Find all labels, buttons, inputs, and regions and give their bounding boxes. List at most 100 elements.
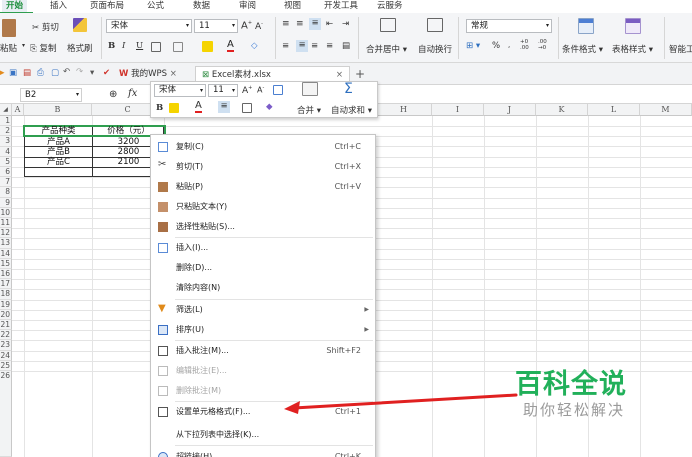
column-header-a[interactable]: A: [12, 104, 24, 116]
column-header-j[interactable]: J: [484, 104, 536, 116]
merge-center-icon[interactable]: [380, 18, 396, 32]
menu-item-cut[interactable]: ✂ 剪切(T) Ctrl+X: [151, 157, 375, 176]
menu-item-pick-from-list[interactable]: 从下拉列表中选择(K)...: [151, 425, 375, 444]
menu-item-paste-text[interactable]: 只粘贴文本(Y): [151, 197, 375, 216]
fill-color-icon[interactable]: [202, 41, 213, 52]
save-icon[interactable]: ▣: [9, 68, 17, 78]
menu-item-paste-special[interactable]: 选择性粘贴(S)...: [151, 217, 375, 236]
format-painter-button[interactable]: 格式刷: [67, 42, 93, 54]
tab-cloud[interactable]: 云服务: [377, 0, 403, 13]
cell-b2[interactable]: 产品种类: [25, 126, 92, 137]
border-icon[interactable]: [242, 103, 252, 113]
format-painter-icon[interactable]: ◆: [266, 102, 273, 112]
function-icon[interactable]: fx: [128, 88, 137, 99]
autosum-button[interactable]: 自动求和 ▾: [331, 104, 372, 116]
decrease-font-icon[interactable]: A-: [257, 85, 264, 95]
menu-item-insert-comment[interactable]: 插入批注(M)... Shift+F2: [151, 341, 375, 360]
row-header[interactable]: 14: [0, 248, 12, 259]
justify-icon[interactable]: ≡: [326, 41, 333, 51]
zoom-icon[interactable]: ⊕: [109, 89, 117, 100]
outdent-icon[interactable]: ⇥: [342, 19, 349, 29]
sigma-icon[interactable]: Σ: [344, 81, 353, 97]
row-header[interactable]: 22: [0, 330, 12, 341]
font-size-select[interactable]: 11 ▾: [194, 19, 238, 33]
wps-home-icon[interactable]: ✔: [103, 68, 110, 78]
align-center-icon[interactable]: ≡: [218, 101, 230, 113]
folder-icon[interactable]: ▶: [0, 68, 5, 78]
tab-page-layout[interactable]: 页面布局: [90, 0, 124, 13]
row-header[interactable]: 3: [0, 136, 12, 147]
copy-button[interactable]: ⎘ 复制: [30, 42, 57, 54]
row-header[interactable]: 23: [0, 340, 12, 351]
row-header[interactable]: 18: [0, 289, 12, 300]
bold-button[interactable]: B: [108, 41, 115, 51]
mini-font-size-select[interactable]: 11 ▾: [208, 84, 238, 97]
close-icon[interactable]: ×: [170, 69, 177, 79]
mini-merge-button[interactable]: 合并 ▾: [297, 104, 321, 116]
redo-icon[interactable]: ↷: [76, 67, 83, 77]
row-header[interactable]: 12: [0, 228, 12, 239]
column-header-i[interactable]: I: [432, 104, 484, 116]
format-painter-icon[interactable]: [73, 18, 87, 32]
menu-item-hyperlink[interactable]: 超链接(H)... Ctrl+K: [151, 447, 375, 457]
row-header[interactable]: 9: [0, 197, 12, 208]
percent-button[interactable]: %: [492, 41, 500, 51]
chevron-down-icon[interactable]: ▾: [22, 42, 25, 49]
align-center-icon[interactable]: ≡: [296, 40, 308, 52]
cell-b5[interactable]: 产品C: [25, 157, 92, 168]
row-header[interactable]: 2: [0, 126, 12, 137]
border-icon[interactable]: [151, 42, 161, 52]
merge-center-button[interactable]: 合并居中 ▾: [366, 43, 407, 55]
font-color-icon[interactable]: A: [195, 101, 202, 113]
cell-style-icon[interactable]: [173, 42, 183, 52]
tab-review[interactable]: 审阅: [239, 0, 256, 13]
smart-tools-button[interactable]: 智能工: [669, 43, 692, 55]
row-header[interactable]: 10: [0, 207, 12, 218]
row-header[interactable]: 16: [0, 269, 12, 280]
table-style-button[interactable]: 表格样式 ▾: [612, 43, 653, 55]
menu-item-delete[interactable]: 删除(D)...: [151, 258, 375, 277]
align-left-icon[interactable]: ≡: [282, 41, 289, 51]
row-header[interactable]: 7: [0, 177, 12, 188]
row-header[interactable]: 13: [0, 238, 12, 249]
fill-color-icon[interactable]: [169, 103, 179, 113]
row-header[interactable]: 8: [0, 187, 12, 198]
align-middle-icon[interactable]: ≡: [296, 19, 304, 29]
align-bottom-icon[interactable]: ≡: [309, 18, 321, 30]
paste-button[interactable]: 粘贴: [0, 42, 17, 54]
decrease-font-icon[interactable]: A-: [255, 21, 263, 32]
column-header-b[interactable]: B: [24, 104, 92, 116]
increase-font-icon[interactable]: A+: [242, 85, 252, 96]
font-color-icon[interactable]: A: [227, 40, 234, 52]
thousands-separator-button[interactable]: ,: [508, 41, 510, 49]
export-pdf-icon[interactable]: ▤: [23, 68, 31, 78]
underline-button[interactable]: U: [136, 41, 143, 51]
row-header[interactable]: 17: [0, 279, 12, 290]
row-header[interactable]: 20: [0, 309, 12, 320]
name-box[interactable]: B2 ▾: [20, 88, 82, 102]
mini-bold-button[interactable]: B: [156, 103, 163, 113]
menu-item-edit-comment[interactable]: 编辑批注(E)...: [151, 361, 375, 380]
tab-view[interactable]: 视图: [284, 0, 301, 13]
increase-decimal-icon[interactable]: +0.00: [520, 39, 529, 51]
menu-item-insert[interactable]: 插入(I)...: [151, 238, 375, 257]
conditional-format-button[interactable]: 条件格式 ▾: [562, 43, 603, 55]
print-icon[interactable]: ⎙: [37, 68, 44, 78]
row-header[interactable]: 25: [0, 360, 12, 371]
row-header[interactable]: 6: [0, 167, 12, 178]
row-header[interactable]: 11: [0, 218, 12, 229]
row-header[interactable]: 4: [0, 146, 12, 157]
merge-icon[interactable]: [302, 82, 318, 96]
column-header-m[interactable]: M: [640, 104, 692, 116]
number-format-select[interactable]: 常规 ▾: [466, 19, 552, 33]
column-header-k[interactable]: K: [536, 104, 588, 116]
column-header-h[interactable]: H: [376, 104, 432, 116]
comment-box-icon[interactable]: [273, 85, 283, 95]
decrease-decimal-icon[interactable]: .00 →0: [538, 39, 547, 51]
table-style-icon[interactable]: [625, 18, 641, 34]
tab-insert[interactable]: 插入: [50, 0, 67, 13]
conditional-format-icon[interactable]: [578, 18, 594, 34]
align-top-icon[interactable]: ≡: [282, 19, 290, 29]
select-all-corner[interactable]: ◢: [0, 104, 12, 116]
font-name-select[interactable]: 宋体 ▾: [106, 19, 192, 33]
